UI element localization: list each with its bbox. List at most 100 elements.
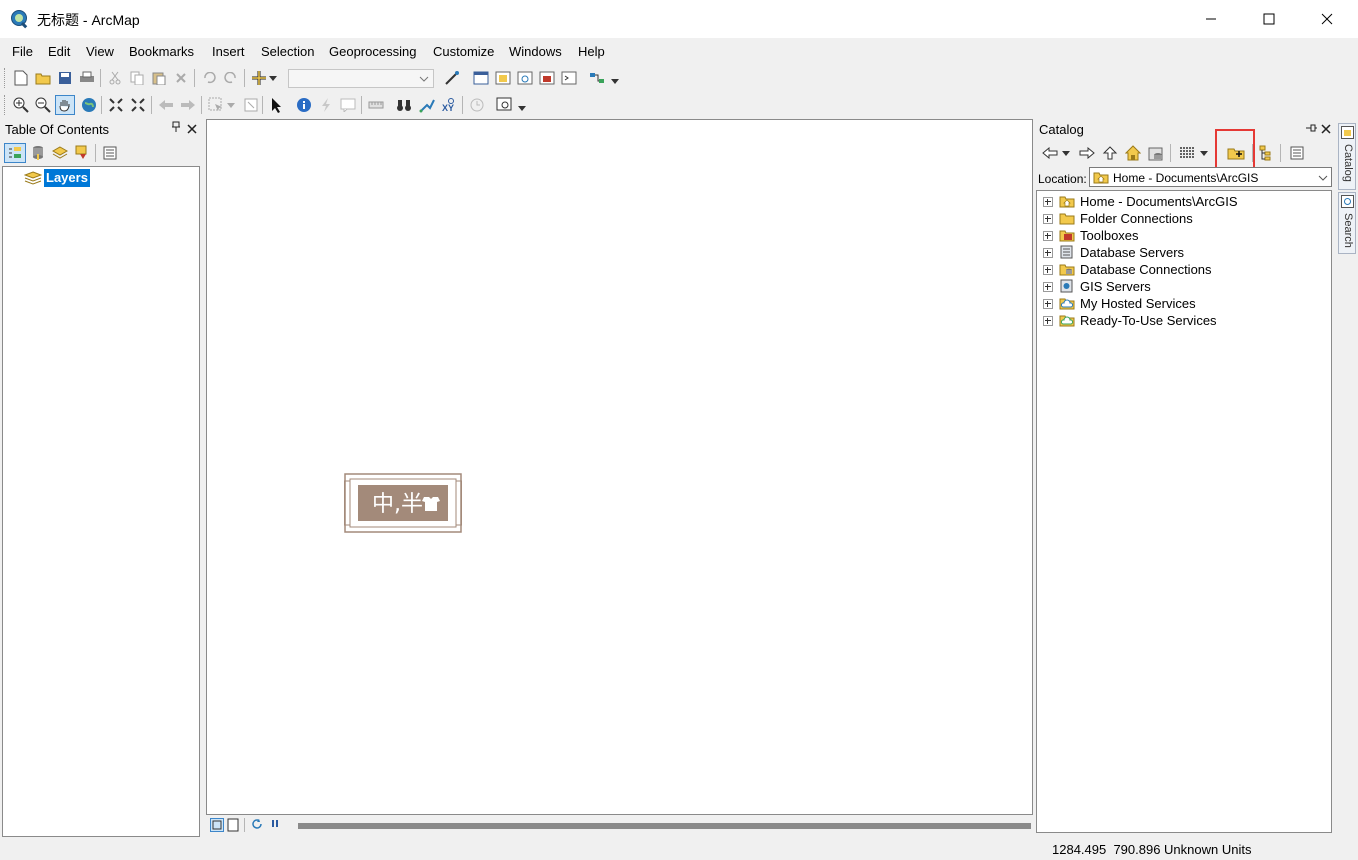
html-popup-icon[interactable]	[339, 96, 357, 114]
clear-selection-icon[interactable]	[242, 96, 260, 114]
save-icon[interactable]	[56, 69, 74, 87]
catalog-side-tab[interactable]: Catalog	[1338, 123, 1356, 190]
expand-icon[interactable]	[1043, 299, 1053, 309]
catalog-views-dropdown-icon[interactable]	[1199, 144, 1209, 162]
toc-options-icon[interactable]	[101, 144, 119, 162]
catalog-views-icon[interactable]	[1178, 144, 1196, 162]
hyperlink-lightning-icon[interactable]	[317, 96, 335, 114]
toolbar-grip[interactable]	[4, 95, 8, 115]
tree-item-database-connections[interactable]: Database Connections	[1037, 261, 1327, 278]
go-forward-extent-icon[interactable]	[179, 96, 197, 114]
go-back-extent-icon[interactable]	[157, 96, 175, 114]
expand-icon[interactable]	[1043, 231, 1053, 241]
find-binoculars-icon[interactable]	[395, 96, 413, 114]
location-combo[interactable]: Home - Documents\ArcGIS	[1089, 167, 1332, 187]
search-window-icon[interactable]	[516, 69, 534, 87]
add-data-dropdown-icon[interactable]	[268, 69, 278, 87]
zoom-out-icon[interactable]	[34, 96, 52, 114]
select-elements-arrow-icon[interactable]	[268, 96, 286, 114]
expand-icon[interactable]	[1043, 282, 1053, 292]
menu-selection[interactable]: Selection	[261, 44, 314, 59]
close-button[interactable]	[1298, 0, 1356, 38]
select-features-icon[interactable]	[207, 96, 225, 114]
tree-item-database-servers[interactable]: Database Servers	[1037, 244, 1327, 261]
map-scale-combo[interactable]	[288, 69, 434, 88]
horizontal-scrollbar[interactable]	[298, 823, 1031, 829]
menu-view[interactable]: View	[86, 44, 114, 59]
tree-item-my-hosted-services[interactable]: My Hosted Services	[1037, 295, 1327, 312]
connect-to-folder-icon[interactable]	[1227, 144, 1245, 162]
menu-file[interactable]: File	[12, 44, 33, 59]
catalog-pin-icon[interactable]	[1305, 121, 1317, 136]
expand-icon[interactable]	[1043, 265, 1053, 275]
layout-view-icon[interactable]	[227, 818, 241, 832]
menu-geoprocessing[interactable]: Geoprocessing	[329, 44, 416, 59]
menu-insert[interactable]: Insert	[212, 44, 245, 59]
list-by-drawing-order-icon[interactable]	[4, 143, 26, 163]
new-document-icon[interactable]	[12, 69, 30, 87]
up-one-level-icon[interactable]	[1101, 144, 1119, 162]
catalog-options-icon[interactable]	[1288, 144, 1306, 162]
menu-bookmarks[interactable]: Bookmarks	[129, 44, 194, 59]
pin-icon[interactable]	[171, 121, 181, 136]
data-view-icon[interactable]	[210, 818, 224, 832]
tree-item-folder-connections[interactable]: Folder Connections	[1037, 210, 1327, 227]
expand-icon[interactable]	[1043, 197, 1053, 207]
list-by-selection-icon[interactable]	[73, 144, 91, 162]
measure-icon[interactable]	[367, 96, 385, 114]
copy-icon[interactable]	[128, 69, 146, 87]
search-side-tab[interactable]: Search	[1338, 192, 1356, 254]
map-display[interactable]: 中,半	[206, 119, 1033, 815]
full-extent-globe-icon[interactable]	[80, 96, 98, 114]
create-viewer-window-icon[interactable]	[495, 96, 513, 114]
minimize-button[interactable]	[1182, 0, 1240, 38]
modelbuilder-icon[interactable]	[588, 69, 606, 87]
fixed-zoom-out-icon[interactable]	[129, 96, 147, 114]
toggle-contents-panel-icon[interactable]	[1258, 144, 1276, 162]
tree-item-toolboxes[interactable]: Toolboxes	[1037, 227, 1327, 244]
catalog-back-icon[interactable]	[1041, 144, 1059, 162]
redo-icon[interactable]	[222, 69, 240, 87]
fixed-zoom-in-icon[interactable]	[107, 96, 125, 114]
go-to-xy-icon[interactable]: XY	[440, 96, 458, 114]
catalog-window-icon[interactable]	[494, 69, 512, 87]
select-features-dropdown-icon[interactable]	[226, 96, 236, 114]
print-icon[interactable]	[78, 69, 96, 87]
list-by-source-icon[interactable]	[29, 144, 47, 162]
refresh-icon[interactable]	[251, 818, 265, 832]
find-route-icon[interactable]	[418, 96, 436, 114]
toolbar-options-icon[interactable]	[610, 69, 620, 87]
expand-icon[interactable]	[1043, 248, 1053, 258]
delete-icon[interactable]	[172, 69, 190, 87]
maximize-button[interactable]	[1240, 0, 1298, 38]
menu-windows[interactable]: Windows	[509, 44, 562, 59]
tree-item-ready-to-use-services[interactable]: Ready-To-Use Services	[1037, 312, 1327, 329]
pan-hand-icon[interactable]	[55, 95, 75, 115]
catalog-back-dropdown-icon[interactable]	[1061, 144, 1071, 162]
list-by-visibility-icon[interactable]	[51, 144, 69, 162]
undo-icon[interactable]	[200, 69, 218, 87]
zoom-in-icon[interactable]	[12, 96, 30, 114]
cut-icon[interactable]	[106, 69, 124, 87]
tree-item-gis-servers[interactable]: GIS Servers	[1037, 278, 1327, 295]
menu-help[interactable]: Help	[578, 44, 605, 59]
time-slider-icon[interactable]	[468, 96, 486, 114]
layers-data-frame[interactable]: Layers	[44, 169, 90, 187]
toc-close-icon[interactable]	[187, 122, 197, 137]
menu-customize[interactable]: Customize	[433, 44, 494, 59]
tree-item-home[interactable]: Home - Documents\ArcGIS	[1037, 193, 1327, 210]
expand-icon[interactable]	[1043, 316, 1053, 326]
catalog-forward-icon[interactable]	[1078, 144, 1096, 162]
toolbar-grip[interactable]	[4, 68, 8, 88]
editor-toolbar-icon[interactable]	[443, 69, 461, 87]
expand-icon[interactable]	[1043, 214, 1053, 224]
paste-icon[interactable]	[150, 69, 168, 87]
pause-drawing-icon[interactable]	[269, 818, 283, 832]
arctoolbox-window-icon[interactable]	[538, 69, 556, 87]
add-data-icon[interactable]	[250, 69, 268, 87]
home-icon[interactable]	[1124, 144, 1142, 162]
default-geodatabase-icon[interactable]	[1147, 144, 1165, 162]
table-of-contents-window-icon[interactable]	[472, 69, 490, 87]
menu-edit[interactable]: Edit	[48, 44, 70, 59]
open-folder-icon[interactable]	[34, 69, 52, 87]
